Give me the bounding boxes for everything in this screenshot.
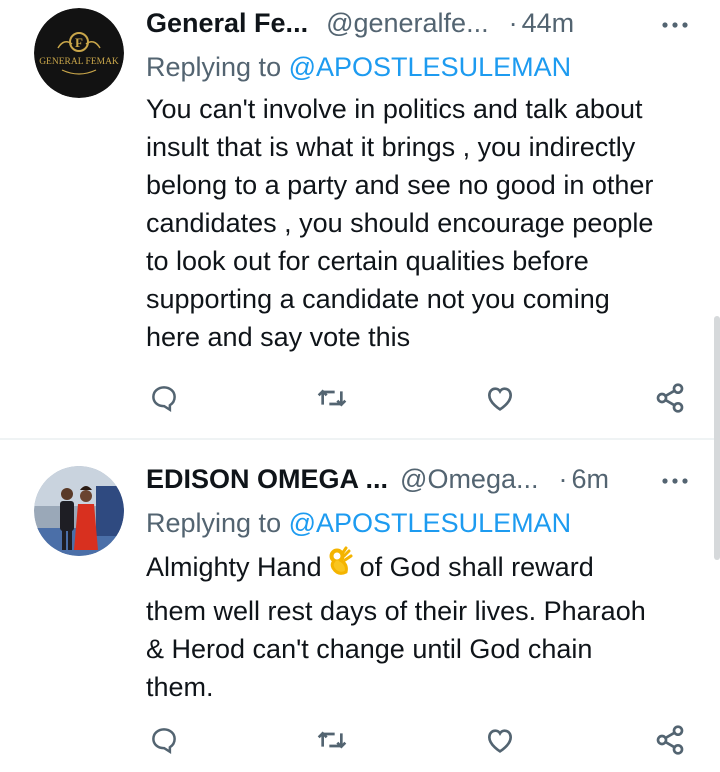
tweet-text: You can't involve in politics and talk a… [146,90,706,356]
display-name[interactable]: EDISON OMEGA ... [146,464,388,495]
reply-icon [152,728,176,755]
tweet-text-line: & Herod can't change until God chain [146,634,593,664]
ok-hand-emoji [328,546,354,586]
tweet-text-line: insult that is what it brings , you indi… [146,132,636,162]
timestamp[interactable]: 6m [572,464,610,495]
reply-icon [152,386,176,413]
display-name[interactable]: General Fe... [146,8,308,39]
tweet-text-segment: of God shall reward [359,552,594,583]
retweet-icon [317,389,347,407]
reply-button[interactable] [146,722,182,758]
more-horizontal-icon[interactable] [660,466,690,503]
user-handle[interactable]: @Omega... [400,464,538,495]
user-handle[interactable]: @generalfe... [326,8,489,39]
tweet-text-line: to look out for certain qualities before [146,246,589,276]
tweet-header: General Fe... @generalfe... · 44m [146,8,690,44]
tweet-text-line: Almighty Hand of God shall reward [146,546,706,592]
tweet[interactable]: F GENERAL FEMAK General Fe... @generalfe… [0,0,720,438]
replying-to: Replying to @APOSTLESULEMAN [146,52,571,83]
avatar[interactable] [34,466,124,556]
replying-prefix: Replying to [146,52,282,82]
share-button[interactable] [652,380,688,416]
tweet[interactable]: EDISON OMEGA ... @Omega... · 6m Replying… [0,440,720,772]
like-button[interactable] [482,722,518,758]
tweet-text-line: them well rest days of their lives. Phar… [146,596,646,626]
replying-to: Replying to @APOSTLESULEMAN [146,508,571,539]
tweet-text-line: belong to a party and see no good in oth… [146,170,654,200]
separator: · [508,8,518,38]
retweet-icon [317,731,347,749]
tweet-text-segment: Almighty Hand [146,552,322,583]
retweet-button[interactable] [314,380,350,416]
tweet-text-line: You can't involve in politics and talk a… [146,94,643,124]
replying-prefix: Replying to [146,508,282,538]
tweet-text-line: candidates , you should encourage people [146,208,654,238]
tweet-text-line: here and say vote this [146,322,411,352]
tweet-text-line: them. [146,672,214,702]
heart-icon [487,729,513,753]
share-button[interactable] [652,722,688,758]
share-icon [656,383,684,413]
tweet-header: EDISON OMEGA ... @Omega... · 6m [146,464,690,500]
like-button[interactable] [482,380,518,416]
share-icon [656,725,684,755]
svg-text:GENERAL FEMAK: GENERAL FEMAK [39,57,119,67]
mention-link[interactable]: @APOSTLESULEMAN [289,508,572,538]
tweet-text-line: supporting a candidate not you coming [146,284,610,314]
mention-link[interactable]: @APOSTLESULEMAN [289,52,572,82]
heart-icon [487,387,513,411]
reply-button[interactable] [146,380,182,416]
tweet-text: Almighty Hand of God shall reward them we… [146,546,706,706]
retweet-button[interactable] [314,722,350,758]
svg-text:F: F [75,35,83,50]
more-horizontal-icon[interactable] [660,10,690,47]
separator: · [558,464,568,494]
scrollbar[interactable] [714,316,720,560]
general-femak-logo: F GENERAL FEMAK [34,8,124,98]
timestamp[interactable]: 44m [522,8,575,39]
tweet-feed: F GENERAL FEMAK General Fe... @generalfe… [0,0,720,772]
avatar[interactable]: F GENERAL FEMAK [34,8,124,98]
profile-photo [34,466,124,556]
